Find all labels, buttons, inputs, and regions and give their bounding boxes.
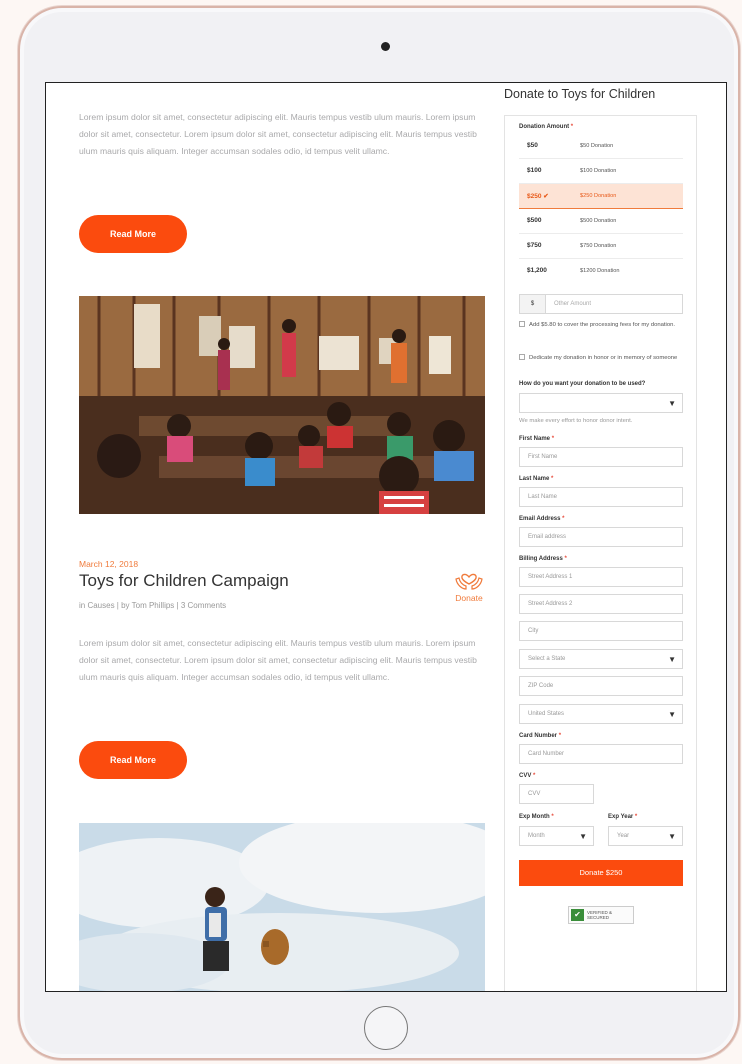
exp-year-label: Exp Year * xyxy=(608,814,637,820)
street-address-2-input[interactable]: Street Address 2 xyxy=(519,594,683,614)
amount-value: $250 ✔ xyxy=(527,193,549,200)
read-more-button[interactable]: Read More xyxy=(79,215,187,253)
other-amount-placeholder: Other Amount xyxy=(554,301,592,307)
post-title[interactable]: Toys for Children Campaign xyxy=(79,571,289,591)
required-mark: * xyxy=(533,773,536,779)
amount-desc: $100 Donation xyxy=(580,168,617,174)
boy-guitar-photo xyxy=(79,823,485,991)
amount-value: $750 xyxy=(527,242,542,249)
amount-desc: $1200 Donation xyxy=(580,268,620,274)
dedicate-checkbox-row[interactable]: Dedicate my donation in honor or in memo… xyxy=(519,354,683,364)
country-select[interactable]: United States xyxy=(519,704,683,724)
cvv-label: CVV * xyxy=(519,773,535,779)
required-mark: * xyxy=(551,476,554,482)
donation-amount-list: $50 $50 Donation $100 $100 Donation $250 ✔… xyxy=(519,134,683,284)
amount-option-100[interactable]: $100 $100 Donation xyxy=(519,159,683,184)
required-mark: * xyxy=(551,436,555,442)
post2-excerpt: Lorem ipsum dolor sit amet, consectetur … xyxy=(79,638,477,682)
usage-question: How do you want your donation to be used… xyxy=(519,381,646,387)
billing-label-text: Billing Address xyxy=(519,556,563,562)
state-select[interactable]: Select a State xyxy=(519,649,683,669)
amount-desc: $50 Donation xyxy=(580,143,614,149)
fee-checkbox-row[interactable]: Add $5.80 to cover the processing fees f… xyxy=(519,321,683,331)
first-name-label-text: First Name xyxy=(519,436,551,442)
badge-text: VERIFIED & SECURED xyxy=(587,910,613,920)
zip-input[interactable]: ZIP Code xyxy=(519,676,683,696)
post-meta: in Causes | by Tom Phillips | 3 Comments xyxy=(79,601,227,610)
required-mark: * xyxy=(570,124,574,130)
amount-desc: $250 Donation xyxy=(580,193,617,199)
city-input[interactable]: City xyxy=(519,621,683,641)
currency-symbol: $ xyxy=(520,295,546,313)
billing-label: Billing Address * xyxy=(519,556,567,562)
required-mark: * xyxy=(562,516,565,522)
donate-form-title: Donate to Toys for Children xyxy=(504,87,656,101)
card-number-label-text: Card Number xyxy=(519,733,558,739)
fee-checkbox-label: Add $5.80 to cover the processing fees f… xyxy=(529,322,676,328)
card-number-label: Card Number * xyxy=(519,733,561,739)
donation-amount-label: Donation Amount * xyxy=(519,124,573,130)
email-label: Email Address * xyxy=(519,516,564,522)
front-camera xyxy=(381,42,390,51)
amount-option-250-selected[interactable]: $250 ✔ $250 Donation xyxy=(519,184,683,209)
first-name-label: First Name * xyxy=(519,436,554,442)
card-number-input[interactable]: Card Number xyxy=(519,744,683,764)
amount-option-750[interactable]: $750 $750 Donation xyxy=(519,234,683,259)
amount-value: $1,200 xyxy=(527,267,547,274)
amount-option-500[interactable]: $500 $500 Donation xyxy=(519,209,683,234)
check-icon: ✔ xyxy=(571,909,584,921)
classroom-photo xyxy=(79,296,485,514)
post-date: March 12, 2018 xyxy=(79,559,139,569)
read-more-button-2[interactable]: Read More xyxy=(79,741,187,779)
exp-month-label: Exp Month * xyxy=(519,814,554,820)
dedicate-checkbox[interactable] xyxy=(519,354,525,360)
exp-month-label-text: Exp Month xyxy=(519,814,550,820)
heart-hands-icon xyxy=(455,573,483,590)
amount-option-1200[interactable]: $1,200 $1200 Donation xyxy=(519,259,683,284)
exp-year-select[interactable]: Year xyxy=(608,826,683,846)
post1-excerpt: Lorem ipsum dolor sit amet, consectetur … xyxy=(79,112,477,156)
donate-link-label: Donate xyxy=(455,593,483,603)
required-mark: * xyxy=(551,814,554,820)
amount-option-50[interactable]: $50 $50 Donation xyxy=(519,134,683,159)
email-label-text: Email Address xyxy=(519,516,561,522)
exp-month-select[interactable]: Month xyxy=(519,826,594,846)
amount-value: $500 xyxy=(527,217,542,224)
usage-hint: We make every effort to honor donor inte… xyxy=(519,418,633,424)
verified-secured-badge[interactable]: ✔ VERIFIED & SECURED xyxy=(568,906,634,924)
screen: Lorem ipsum dolor sit amet, consectetur … xyxy=(45,82,727,992)
fee-checkbox[interactable] xyxy=(519,321,525,327)
exp-year-label-text: Exp Year xyxy=(608,814,634,820)
amount-value: $100 xyxy=(527,167,542,174)
cvv-input[interactable]: CVV xyxy=(519,784,594,804)
other-amount-input[interactable]: $ Other Amount xyxy=(519,294,683,314)
donation-amount-label-text: Donation Amount xyxy=(519,124,570,130)
home-button[interactable] xyxy=(364,1006,408,1050)
donate-link[interactable]: Donate xyxy=(449,565,489,603)
donate-submit-button[interactable]: Donate $250 xyxy=(519,860,683,886)
amount-desc: $500 Donation xyxy=(580,218,617,224)
amount-value: $50 xyxy=(527,142,538,149)
usage-select[interactable] xyxy=(519,393,683,413)
required-mark: * xyxy=(558,733,562,739)
email-input[interactable]: Email address xyxy=(519,527,683,547)
street-address-1-input[interactable]: Street Address 1 xyxy=(519,567,683,587)
last-name-label: Last Name * xyxy=(519,476,553,482)
required-mark: * xyxy=(634,814,638,820)
last-name-label-text: Last Name xyxy=(519,476,550,482)
first-name-input[interactable]: First Name xyxy=(519,447,683,467)
cvv-label-text: CVV xyxy=(519,773,532,779)
last-name-input[interactable]: Last Name xyxy=(519,487,683,507)
donation-form-panel: Donation Amount * $50 $50 Donation $100 $1… xyxy=(504,115,697,991)
required-mark: * xyxy=(564,556,567,562)
dedicate-checkbox-label: Dedicate my donation in honor or in memo… xyxy=(529,355,678,361)
amount-desc: $750 Donation xyxy=(580,243,617,249)
